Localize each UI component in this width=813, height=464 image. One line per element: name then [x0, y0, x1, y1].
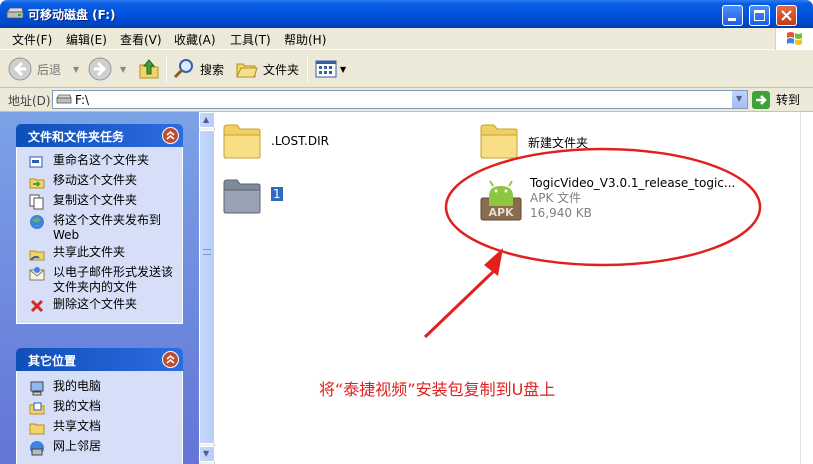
- annotation-arrow-shaft: [423, 266, 499, 339]
- annotation-arrow-head: [484, 248, 503, 276]
- highlight-ellipse: [444, 147, 762, 267]
- annotation-text: 将“泰捷视频”安装包复制到U盘上: [319, 380, 556, 399]
- window-right-edge: [800, 112, 813, 464]
